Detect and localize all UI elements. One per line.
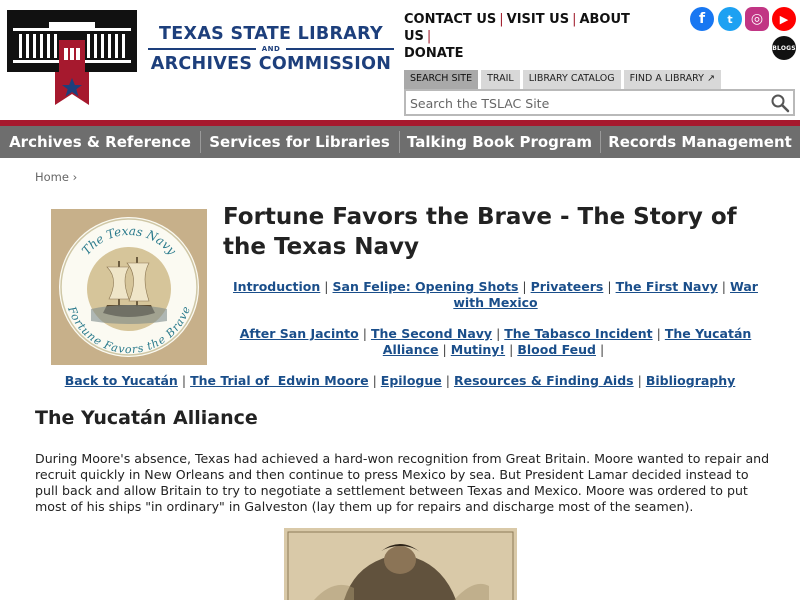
separator: | (442, 342, 447, 357)
tab-library-catalog[interactable]: LIBRARY CATALOG (522, 70, 621, 89)
separator: | (656, 326, 661, 341)
texas-navy-seal-image: The Texas Navy Fortune Favors the Brave (51, 209, 207, 365)
separator: | (181, 373, 187, 388)
contact-us-link[interactable]: CONTACT US (404, 12, 496, 27)
tab-find-a-library[interactable]: FIND A LIBRARY ↗ (623, 70, 721, 89)
youtube-icon[interactable]: ▶ (772, 7, 796, 31)
nav-records-management[interactable]: Records Management (600, 126, 800, 158)
body-paragraph: During Moore's absence, Texas had achiev… (35, 451, 770, 514)
logo-wordmark[interactable]: TEXAS STATE LIBRARY AND ARCHIVES COMMISS… (148, 24, 394, 74)
tab-search-site[interactable]: SEARCH SITE (404, 70, 479, 89)
separator: | (362, 326, 367, 341)
separator: | (607, 279, 612, 294)
separator: | (499, 12, 504, 27)
donate-link[interactable]: DONATE (404, 46, 464, 61)
logo-line-2: ARCHIVES COMMISSION (150, 54, 392, 74)
link-bibliography[interactable]: Bibliography (646, 373, 735, 388)
utility-links: CONTACT US | VISIT US | ABOUT US | DONATE (404, 11, 664, 62)
separator: | (324, 279, 329, 294)
separator: | (509, 342, 514, 357)
blogs-icon[interactable]: BLOGS (772, 36, 796, 60)
separator: | (637, 373, 642, 388)
story-subnav-row-1: Introduction | San Felipe: Opening Shots | P… (223, 279, 768, 311)
separator: | (599, 342, 605, 357)
separator: | (522, 279, 527, 294)
separator: | (426, 29, 432, 44)
link-first-navy[interactable]: The First Navy (616, 279, 718, 294)
story-subnav-row-2: After San Jacinto | The Second Navy | The Ta… (223, 326, 768, 358)
logo-line-1: TEXAS STATE LIBRARY (159, 24, 383, 44)
social-links: f t ◎ ▶ BLOGS (690, 7, 800, 63)
separator: | (496, 326, 501, 341)
nav-archives-reference[interactable]: Archives & Reference (0, 126, 200, 158)
link-after-san-jacinto[interactable]: After San Jacinto (240, 326, 359, 341)
link-epilogue[interactable]: Epilogue (381, 373, 442, 388)
link-privateers[interactable]: Privateers (531, 279, 604, 294)
logo-and: AND (148, 44, 394, 54)
search-input[interactable] (410, 94, 760, 112)
link-tabasco-incident[interactable]: The Tabasco Incident (504, 326, 652, 341)
separator: | (445, 373, 450, 388)
instagram-icon[interactable]: ◎ (745, 7, 769, 31)
separator: | (572, 12, 577, 27)
breadcrumb-separator: › (72, 170, 78, 184)
main-nav: Archives & Reference Services for Librar… (0, 126, 800, 158)
link-resources-finding-aids[interactable]: Resources & Finding Aids (454, 373, 634, 388)
story-subnav-row-3: Back to Yucatán | The Trial of Edwin Moore… (35, 373, 765, 389)
separator: | (721, 279, 727, 294)
link-san-felipe[interactable]: San Felipe: Opening Shots (333, 279, 519, 294)
search-icon[interactable] (770, 93, 790, 113)
facebook-icon[interactable]: f (690, 7, 714, 31)
tab-trail[interactable]: TRAIL (481, 70, 520, 89)
link-trial-of-edwin-moore[interactable]: The Trial of Edwin Moore (190, 373, 369, 388)
nav-services-for-libraries[interactable]: Services for Libraries (200, 126, 399, 158)
link-back-to-yucatan[interactable]: Back to Yucatán (65, 373, 178, 388)
search-tabs: SEARCH SITE TRAIL LIBRARY CATALOG FIND A… (404, 70, 721, 89)
tslac-logo[interactable] (7, 10, 137, 105)
breadcrumb: Home › (35, 170, 77, 184)
link-introduction[interactable]: Introduction (233, 279, 320, 294)
logo-and-text: AND (261, 45, 281, 53)
separator: | (372, 373, 377, 388)
site-header: TEXAS STATE LIBRARY AND ARCHIVES COMMISS… (0, 0, 800, 120)
link-second-navy[interactable]: The Second Navy (371, 326, 492, 341)
section-title: The Yucatán Alliance (35, 407, 258, 429)
nav-talking-book-program[interactable]: Talking Book Program (399, 126, 600, 158)
edwin-moore-portrait-image (284, 528, 517, 600)
visit-us-link[interactable]: VISIT US (507, 12, 569, 27)
search-box (404, 89, 795, 116)
link-mutiny[interactable]: Mutiny! (451, 342, 505, 357)
breadcrumb-home[interactable]: Home (35, 170, 69, 184)
link-blood-feud[interactable]: Blood Feud (517, 342, 596, 357)
page-title: Fortune Favors the Brave - The Story of … (223, 204, 737, 260)
twitter-icon[interactable]: t (718, 7, 742, 31)
